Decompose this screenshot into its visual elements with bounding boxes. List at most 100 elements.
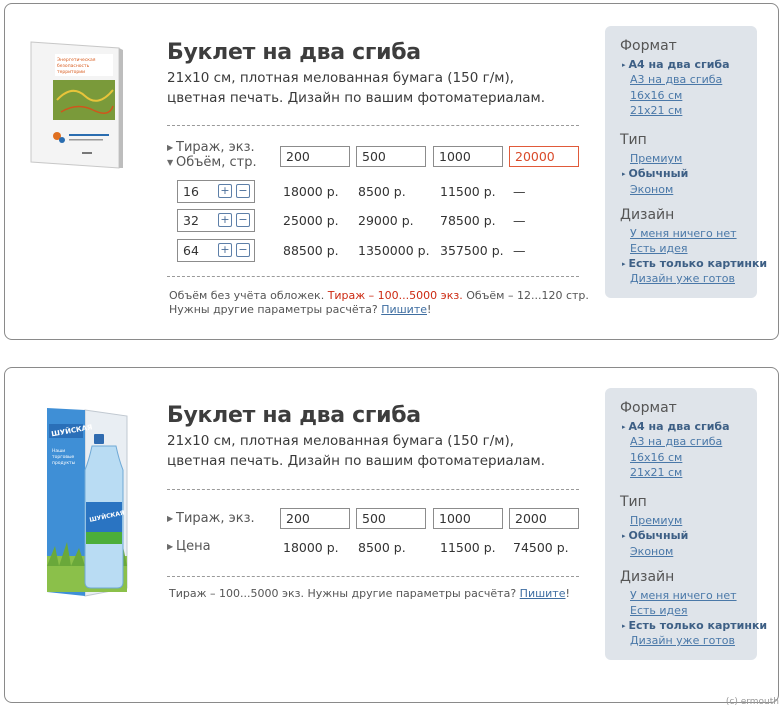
price-cell: — bbox=[513, 184, 526, 199]
design-option-idea[interactable]: Есть идея bbox=[630, 604, 688, 617]
plus-button[interactable]: + bbox=[218, 213, 232, 227]
format-heading: Формат bbox=[620, 400, 677, 416]
format-option-a4-selected[interactable]: ▸ А4 на два сгиба bbox=[622, 58, 730, 71]
divider bbox=[167, 489, 579, 490]
qty-input-2[interactable] bbox=[356, 508, 426, 529]
product-title: Буклет на два сгиба bbox=[167, 403, 421, 428]
product-card-folded-a4: Энергетическая безопасность территории Б… bbox=[4, 3, 779, 340]
product-description-line2: цветная печать. Дизайн по вашим фотомате… bbox=[167, 453, 546, 469]
svg-text:Энергетическая: Энергетическая bbox=[57, 57, 96, 63]
qty-input-4-active[interactable] bbox=[509, 146, 579, 167]
divider bbox=[167, 576, 579, 577]
volume-value[interactable]: 16 bbox=[183, 184, 199, 199]
price-cell: 78500 р. bbox=[440, 213, 496, 228]
qty-input-1[interactable] bbox=[280, 508, 350, 529]
qty-input-3[interactable] bbox=[433, 508, 503, 529]
type-option-premium[interactable]: Премиум bbox=[630, 152, 682, 165]
qty-input-1[interactable] bbox=[280, 146, 350, 167]
triangle-right-icon: ▶ bbox=[167, 542, 174, 551]
price-cell: 18000 р. bbox=[283, 540, 339, 555]
type-option-premium[interactable]: Премиум bbox=[630, 514, 682, 527]
design-heading: Дизайн bbox=[620, 207, 675, 223]
bullet-icon: ▸ bbox=[622, 622, 626, 630]
price-cell: 74500 р. bbox=[513, 540, 569, 555]
design-option-pictures-selected[interactable]: ▸ Есть только картинки bbox=[622, 257, 767, 270]
svg-text:продукты: продукты bbox=[52, 461, 76, 466]
format-option-a3[interactable]: А3 на два сгиба bbox=[630, 73, 722, 86]
format-option-16x16[interactable]: 16х16 см bbox=[630, 89, 682, 102]
plus-button[interactable]: + bbox=[218, 243, 232, 257]
design-option-pictures-selected[interactable]: ▸ Есть только картинки bbox=[622, 619, 767, 632]
design-option-nothing[interactable]: У меня ничего нет bbox=[630, 589, 737, 602]
svg-text:территории: территории bbox=[57, 70, 85, 75]
divider bbox=[167, 125, 579, 126]
volume-label[interactable]: ▼ Объём, стр. bbox=[167, 156, 257, 170]
price-cell: 11500 р. bbox=[440, 540, 496, 555]
format-heading: Формат bbox=[620, 38, 677, 54]
volume-value[interactable]: 64 bbox=[183, 243, 199, 258]
design-option-nothing[interactable]: У меня ничего нет bbox=[630, 227, 737, 240]
price-cell: 8500 р. bbox=[358, 184, 406, 199]
price-label[interactable]: ▶ Цена bbox=[167, 540, 211, 554]
type-option-regular-selected[interactable]: ▸ Обычный bbox=[622, 167, 688, 180]
calc-note: Объём без учёта обложек. Тираж – 100...5… bbox=[169, 289, 589, 302]
format-option-a4-selected[interactable]: ▸ А4 на два сгиба bbox=[622, 420, 730, 433]
type-heading: Тип bbox=[620, 132, 647, 148]
bullet-icon: ▸ bbox=[622, 260, 626, 268]
type-option-econom[interactable]: Эконом bbox=[630, 545, 673, 558]
format-option-21x21[interactable]: 21х21 см bbox=[630, 104, 682, 117]
format-option-16x16[interactable]: 16х16 см bbox=[630, 451, 682, 464]
format-option-a3[interactable]: А3 на два сгиба bbox=[630, 435, 722, 448]
write-us-link[interactable]: Пишите bbox=[381, 303, 427, 316]
price-cell: 8500 р. bbox=[358, 540, 406, 555]
options-panel: Формат ▸ А4 на два сгиба А3 на два сгиба … bbox=[605, 26, 767, 298]
qty-input-4[interactable] bbox=[509, 508, 579, 529]
price-cell: 88500 р. bbox=[283, 243, 339, 258]
product-description-line2: цветная печать. Дизайн по вашим фотомате… bbox=[167, 90, 546, 106]
copyright: (c) ermouth bbox=[725, 697, 779, 707]
svg-text:Наши: Наши bbox=[52, 448, 65, 454]
triangle-right-icon: ▶ bbox=[167, 143, 174, 152]
volume-stepper-3[interactable]: 64 + − bbox=[177, 239, 255, 262]
qty-input-2[interactable] bbox=[356, 146, 426, 167]
bullet-icon: ▸ bbox=[622, 423, 626, 431]
bullet-icon: ▸ bbox=[622, 61, 626, 69]
product-title: Буклет на два сгиба bbox=[167, 40, 421, 65]
design-option-ready[interactable]: Дизайн уже готов bbox=[630, 272, 735, 285]
triangle-down-icon: ▼ bbox=[167, 158, 174, 167]
product-description-line1: 21х10 см, плотная мелованная бумага (150… bbox=[167, 433, 514, 449]
design-option-ready[interactable]: Дизайн уже готов bbox=[630, 634, 735, 647]
volume-value[interactable]: 32 bbox=[183, 213, 199, 228]
price-cell: 29000 р. bbox=[358, 213, 414, 228]
volume-stepper-1[interactable]: 16 + − bbox=[177, 180, 255, 203]
tirazh-label[interactable]: ▶ Тираж, экз. bbox=[167, 141, 255, 155]
plus-button[interactable]: + bbox=[218, 184, 232, 198]
svg-text:торговые: торговые bbox=[52, 455, 75, 460]
product-description-line1: 21х10 см, плотная мелованная бумага (150… bbox=[167, 70, 514, 86]
minus-button[interactable]: − bbox=[236, 243, 250, 257]
design-option-idea[interactable]: Есть идея bbox=[630, 242, 688, 255]
minus-button[interactable]: − bbox=[236, 184, 250, 198]
price-cell: 25000 р. bbox=[283, 213, 339, 228]
type-option-econom[interactable]: Эконом bbox=[630, 183, 673, 196]
format-option-21x21[interactable]: 21х21 см bbox=[630, 466, 682, 479]
price-cell: — bbox=[513, 213, 526, 228]
contact-note: Тираж – 100...5000 экз. Нужны другие пар… bbox=[169, 587, 570, 600]
tirazh-label[interactable]: ▶ Тираж, экз. bbox=[167, 512, 255, 526]
price-cell: 11500 р. bbox=[440, 184, 496, 199]
qty-input-3[interactable] bbox=[433, 146, 503, 167]
options-panel: Формат ▸ А4 на два сгиба А3 на два сгиба … bbox=[605, 388, 767, 660]
limit-warning: Тираж – 100...5000 экз. bbox=[327, 289, 463, 302]
design-heading: Дизайн bbox=[620, 569, 675, 585]
contact-note: Нужны другие параметры расчёта? Пишите! bbox=[169, 303, 432, 316]
triangle-right-icon: ▶ bbox=[167, 514, 174, 523]
booklet-bottle-image: ШУЙСКАЯ Наши торговые продукты ШУЙСКАЯ bbox=[47, 408, 128, 597]
divider bbox=[167, 276, 579, 277]
type-heading: Тип bbox=[620, 494, 647, 510]
price-cell: — bbox=[513, 243, 526, 258]
volume-stepper-2[interactable]: 32 + − bbox=[177, 209, 255, 232]
type-option-regular-selected[interactable]: ▸ Обычный bbox=[622, 529, 688, 542]
minus-button[interactable]: − bbox=[236, 213, 250, 227]
price-cell: 357500 р. bbox=[440, 243, 504, 258]
write-us-link[interactable]: Пишите bbox=[520, 587, 566, 600]
